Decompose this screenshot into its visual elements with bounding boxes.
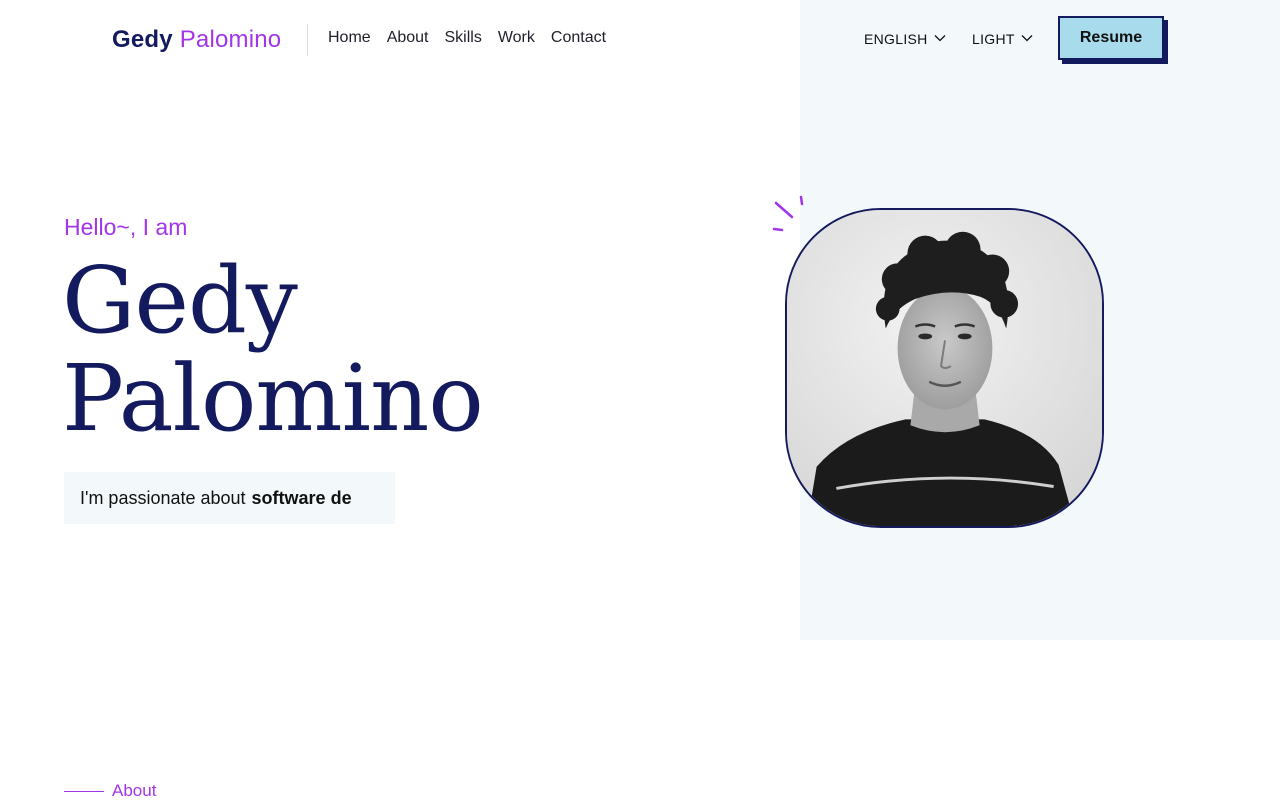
theme-label: LIGHT xyxy=(972,31,1015,47)
about-section-label: About xyxy=(112,781,157,800)
sparkle-lines-icon xyxy=(770,194,810,234)
chevron-down-icon xyxy=(1021,31,1033,47)
theme-selector[interactable]: LIGHT xyxy=(972,31,1033,47)
language-selector[interactable]: ENGLISH xyxy=(864,31,946,47)
nav-home[interactable]: Home xyxy=(328,29,371,47)
nav-about[interactable]: About xyxy=(387,29,429,47)
hero-greeting: Hello~, I am xyxy=(64,214,188,240)
resume-button-wrapper: Resume xyxy=(1058,16,1168,64)
tagline-highlight: software de xyxy=(251,487,352,508)
logo-last-name: Palomino xyxy=(179,26,282,53)
hero-tagline: I'm passionate about software de xyxy=(64,472,395,524)
logo-first-name: Gedy xyxy=(112,26,173,53)
hero-name: Gedy Palomino xyxy=(62,247,484,452)
nav-contact[interactable]: Contact xyxy=(551,29,606,47)
profile-photo xyxy=(785,208,1104,528)
resume-button[interactable]: Resume xyxy=(1058,16,1164,60)
header-divider xyxy=(307,24,308,56)
tagline-prefix: I'm passionate about xyxy=(80,487,246,508)
about-section-line xyxy=(64,791,104,792)
main-nav: Home About Skills Work Contact xyxy=(328,29,606,47)
hero-name-first: Gedy xyxy=(62,247,298,354)
chevron-down-icon xyxy=(934,31,946,47)
hero-name-last: Palomino xyxy=(62,345,484,452)
language-label: ENGLISH xyxy=(864,31,928,47)
site-logo[interactable]: Gedy Palomino xyxy=(112,26,281,54)
nav-work[interactable]: Work xyxy=(498,29,535,47)
nav-skills[interactable]: Skills xyxy=(445,29,482,47)
